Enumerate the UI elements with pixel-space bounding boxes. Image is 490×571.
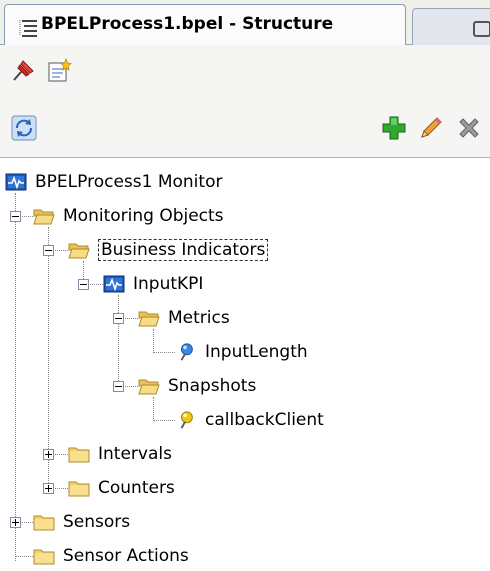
tree-item-label: Sensor Actions: [63, 546, 189, 566]
tree-item-input-kpi[interactable]: InputKPI: [103, 270, 203, 298]
tab-structure[interactable]: BPELProcess1.bpel - Structure: [4, 4, 406, 45]
collapse-toggle[interactable]: [78, 279, 89, 290]
tree-item-label: Counters: [98, 478, 175, 498]
folder-open-icon: [138, 308, 160, 328]
structure-icon: [19, 20, 37, 37]
tree-item-sensor-actions[interactable]: Sensor Actions: [33, 542, 189, 570]
tree-item-snapshots[interactable]: Snapshots: [138, 372, 256, 400]
panel-tabstrip: BPELProcess1.bpel - Structure: [0, 0, 490, 45]
tree-item-sensors[interactable]: Sensors: [33, 508, 130, 536]
blue-pin-icon: [175, 342, 197, 362]
tree-item-intervals[interactable]: Intervals: [68, 440, 172, 468]
folder-icon: [33, 512, 55, 532]
tree-connector: [15, 556, 33, 557]
tree-item-label: Snapshots: [168, 376, 257, 396]
tree-connector: [15, 193, 16, 561]
folder-icon: [68, 478, 90, 498]
tree-item-label: BPELProcess1 Monitor: [35, 172, 223, 192]
tree-item-counters[interactable]: Counters: [68, 474, 175, 502]
pin-icon[interactable]: [10, 58, 36, 84]
tab-title: BPELProcess1.bpel - Structure: [41, 14, 334, 34]
tree-connector: [153, 420, 175, 421]
synchronize-icon[interactable]: [11, 115, 37, 141]
folder-icon: [33, 546, 55, 566]
structure-toolbar: [0, 45, 490, 97]
edit-pencil-icon[interactable]: [418, 115, 444, 141]
tree-item-label: Monitoring Objects: [63, 206, 224, 226]
collapse-toggle[interactable]: [113, 313, 124, 324]
tree-connector: [153, 329, 154, 353]
folder-open-icon: [33, 206, 55, 226]
delete-icon[interactable]: [456, 115, 482, 141]
tree-item-metrics[interactable]: Metrics: [138, 304, 230, 332]
tree-item-label: Sensors: [63, 512, 131, 532]
tree-connector: [118, 295, 119, 387]
folder-open-icon: [68, 240, 90, 260]
tree-item-callback-client[interactable]: callbackClient: [175, 406, 324, 434]
tree-item-label: Metrics: [168, 308, 230, 328]
collapse-toggle[interactable]: [10, 211, 21, 222]
monitor-icon: [103, 274, 125, 294]
collapse-toggle[interactable]: [113, 381, 124, 392]
yellow-pin-icon: [175, 410, 197, 430]
expand-toggle[interactable]: [10, 517, 21, 528]
tree-item-label: Business Indicators: [98, 239, 269, 261]
tree-item-label: InputLength: [205, 342, 308, 362]
tree-connector: [48, 227, 49, 487]
expand-toggle[interactable]: [43, 483, 54, 494]
monitor-icon: [5, 172, 27, 192]
tree-item-label: Intervals: [98, 444, 172, 464]
tree-item-label: callbackClient: [205, 410, 324, 430]
add-icon[interactable]: [381, 115, 407, 141]
tree-connector: [153, 352, 175, 353]
structure-tree: BPELProcess1 Monitor Monitoring Objects …: [0, 158, 490, 571]
new-document-icon[interactable]: [46, 58, 72, 84]
window-icon: [473, 21, 490, 37]
tree-item-input-length[interactable]: InputLength: [175, 338, 308, 366]
tree-item-monitoring-objects[interactable]: Monitoring Objects: [33, 202, 224, 230]
collapse-toggle[interactable]: [43, 245, 54, 256]
tree-connector: [153, 397, 154, 421]
expand-toggle[interactable]: [43, 449, 54, 460]
folder-open-icon: [138, 376, 160, 396]
tree-item-label: InputKPI: [133, 274, 204, 294]
tree-toolbar: [0, 97, 490, 158]
tree-item-root[interactable]: BPELProcess1 Monitor: [5, 168, 222, 196]
folder-icon: [68, 444, 90, 464]
tree-item-business-indicators[interactable]: Business Indicators: [68, 236, 269, 264]
tab-other[interactable]: [412, 8, 490, 45]
